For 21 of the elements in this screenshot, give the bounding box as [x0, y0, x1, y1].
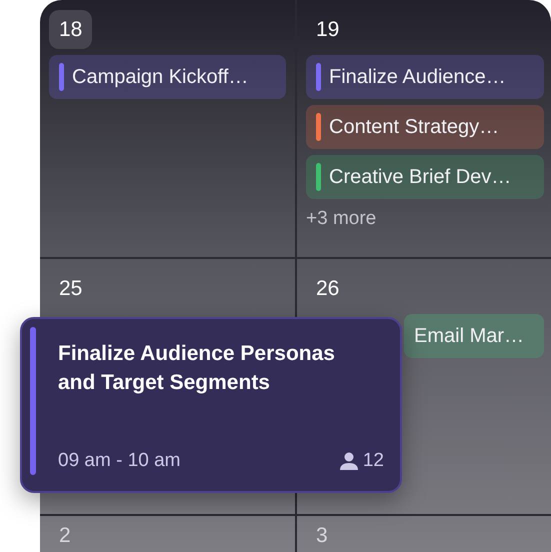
- more-link[interactable]: +3 more: [306, 205, 544, 234]
- event-time: 09 am - 10 am: [58, 448, 180, 472]
- event-title: Finalize Audience…: [329, 65, 506, 90]
- event-chip[interactable]: Email Mar…: [404, 314, 544, 358]
- day-number: 2: [58, 523, 72, 549]
- day-number: 3: [315, 523, 329, 549]
- person-icon: [338, 450, 359, 471]
- day-number: 26: [315, 276, 340, 302]
- event-chip[interactable]: Creative Brief Dev…: [306, 155, 544, 200]
- event-chip[interactable]: Campaign Kickoff…: [49, 55, 286, 100]
- event-title: Email Mar…: [414, 324, 524, 350]
- event-title: Campaign Kickoff…: [72, 65, 248, 90]
- event-title: Content Strategy…: [329, 115, 500, 140]
- day-number: 18: [49, 10, 92, 50]
- event-title: Finalize Audience Personas and Target Segments: [58, 341, 336, 396]
- event-chip[interactable]: Finalize Audience…: [306, 55, 544, 100]
- day-number: 19: [315, 17, 340, 43]
- day-number: 25: [58, 276, 84, 302]
- event-chip[interactable]: Content Strategy…: [306, 105, 544, 150]
- attendee-count: 12: [362, 448, 384, 472]
- event-title: Creative Brief Dev…: [329, 165, 512, 190]
